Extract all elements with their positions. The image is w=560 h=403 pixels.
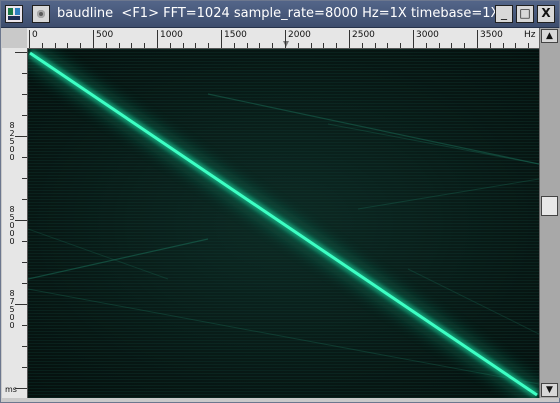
frequency-tick	[29, 30, 30, 48]
time-tick	[15, 220, 27, 221]
frequency-tick	[195, 43, 196, 48]
frequency-tick-label: 3500	[480, 30, 503, 40]
spectrogram-display[interactable]	[28, 49, 539, 398]
frequency-tick-label: 500	[96, 30, 114, 40]
time-unit-label: ms	[5, 385, 17, 394]
time-tick	[22, 283, 27, 284]
frequency-tick	[528, 43, 529, 48]
frequency-tick	[503, 43, 504, 48]
frequency-tick-label: 0	[32, 30, 38, 40]
frequency-cursor-marker-icon[interactable]	[283, 41, 289, 47]
baudline-app-icon[interactable]	[5, 5, 23, 23]
frequency-tick	[349, 30, 350, 48]
title-bar[interactable]: baudline <F1> FFT=1024 sample_rate=8000 …	[1, 1, 559, 28]
vertical-scrollbar[interactable]: ▲ ▼	[539, 28, 560, 398]
close-button[interactable]: X	[537, 5, 555, 23]
time-tick	[22, 367, 27, 368]
frequency-tick	[375, 43, 376, 48]
frequency-tick	[55, 43, 56, 48]
frequency-tick	[67, 43, 68, 48]
frequency-tick	[298, 43, 299, 48]
time-tick	[22, 115, 27, 116]
frequency-tick	[323, 43, 324, 48]
frequency-tick	[439, 43, 440, 48]
frequency-tick	[515, 43, 516, 48]
frequency-tick	[400, 43, 401, 48]
time-tick	[22, 178, 27, 179]
scroll-up-button[interactable]: ▲	[541, 29, 558, 43]
window-menu-button[interactable]	[32, 5, 50, 23]
frequency-tick	[413, 30, 414, 48]
frequency-tick	[234, 43, 235, 48]
time-tick-label: 82500	[9, 121, 15, 162]
frequency-tick	[247, 43, 248, 48]
frequency-tick	[311, 43, 312, 48]
window-menu-icon	[37, 10, 45, 18]
time-tick	[22, 73, 27, 74]
frequency-ruler[interactable]: 0 500 1000 1500 2000 2500 3000 3500 Hz	[27, 28, 539, 49]
time-tick	[15, 304, 27, 305]
frequency-tick	[285, 30, 286, 48]
frequency-tick	[259, 43, 260, 48]
frequency-tick	[387, 43, 388, 48]
time-tick	[22, 262, 27, 263]
time-tick	[22, 241, 27, 242]
frequency-tick	[451, 43, 452, 48]
frequency-unit-label: Hz	[524, 30, 536, 40]
frequency-tick	[272, 43, 273, 48]
frequency-tick	[208, 43, 209, 48]
time-tick	[22, 94, 27, 95]
frequency-tick	[93, 30, 94, 48]
frequency-tick	[464, 43, 465, 48]
frequency-tick	[477, 30, 478, 48]
minimize-button[interactable]: _	[495, 5, 513, 23]
frequency-tick	[336, 43, 337, 48]
frequency-tick	[170, 43, 171, 48]
scrollbar-thumb[interactable]	[541, 196, 558, 216]
spectrogram-canvas	[28, 49, 539, 398]
time-tick	[22, 346, 27, 347]
frequency-tick	[221, 30, 222, 48]
time-tick	[22, 199, 27, 200]
frequency-tick	[490, 43, 491, 48]
time-tick	[15, 136, 27, 137]
frequency-tick-label: 2000	[288, 30, 311, 40]
frequency-tick-label: 2500	[352, 30, 375, 40]
frequency-tick	[144, 43, 145, 48]
frequency-tick	[119, 43, 120, 48]
time-tick-label: 85000	[9, 205, 15, 246]
window-title: baudline <F1> FFT=1024 sample_rate=8000 …	[57, 6, 500, 21]
frequency-tick-label: 1500	[224, 30, 247, 40]
time-ruler[interactable]: 82500 85000 87500 ms	[2, 48, 28, 398]
maximize-button[interactable]: □	[516, 5, 534, 23]
frequency-tick	[80, 43, 81, 48]
frequency-tick	[183, 43, 184, 48]
time-tick-label: 87500	[9, 289, 15, 330]
time-tick	[22, 325, 27, 326]
scroll-down-button[interactable]: ▼	[541, 383, 558, 397]
time-tick	[15, 52, 27, 53]
frequency-tick	[131, 43, 132, 48]
frequency-tick	[426, 43, 427, 48]
frequency-tick	[157, 30, 158, 48]
frequency-tick	[42, 43, 43, 48]
frequency-tick	[362, 43, 363, 48]
baudline-window: baudline <F1> FFT=1024 sample_rate=8000 …	[0, 0, 560, 403]
frequency-tick-label: 3000	[416, 30, 439, 40]
frequency-tick-label: 1000	[160, 30, 183, 40]
frequency-tick	[106, 43, 107, 48]
time-tick	[22, 157, 27, 158]
